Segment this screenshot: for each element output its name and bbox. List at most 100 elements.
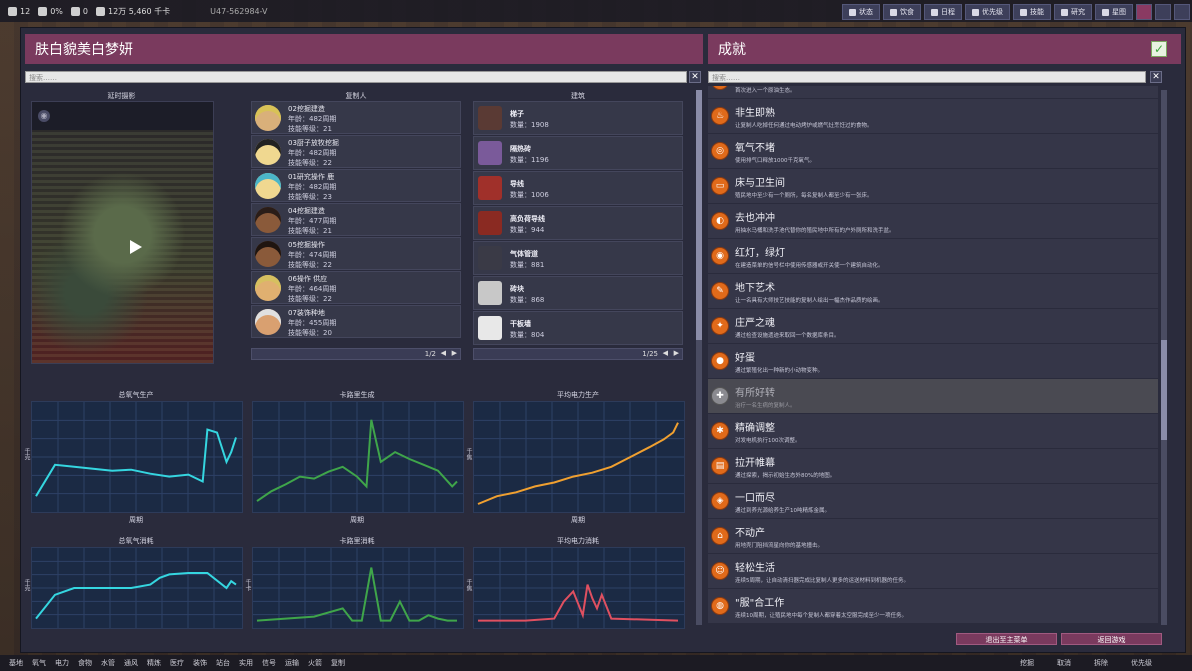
colony-search-clear-button[interactable]: ✕ (689, 71, 701, 83)
build-category[interactable]: 医疗 (170, 658, 184, 668)
achievement-row[interactable]: ✦ 庄严之魂 通过检查设施遗迹来取回一个数据库条目。 (708, 309, 1158, 343)
duplicant-list: 02挖掘建造 年龄：482周期 技能等级：21 03厨子放牧挖掘 年龄：482周期 技能等… (251, 101, 461, 339)
stress-icon (38, 6, 48, 16)
duplicant-name: 01研究操作 鹿 (288, 173, 335, 181)
tool-button[interactable]: 取消 (1057, 658, 1071, 668)
building-name: 砖块 (510, 285, 524, 293)
tool-button[interactable]: 拆除 (1094, 658, 1108, 668)
camera-icon[interactable]: ◉ (38, 110, 50, 122)
tool-button[interactable]: 挖掘 (1020, 658, 1034, 668)
achievement-row[interactable]: ✱ 精确调整 对发电机执行100次调整。 (708, 414, 1158, 448)
build-category[interactable]: 水管 (101, 658, 115, 668)
left-scroll-thumb[interactable] (696, 90, 702, 340)
build-category[interactable]: 通风 (124, 658, 138, 668)
duplicants-title: 复制人 (345, 92, 367, 100)
achievement-desc: 通过检查设施遗迹来取回一个数据库条目。 (735, 333, 840, 339)
tool-button[interactable]: 优先级 (1131, 658, 1152, 668)
achievement-row[interactable]: ● 好蛋 通过繁殖化出一种新的小动物变种。 (708, 344, 1158, 378)
achievement-desc: 连续10周期，让殖民地中每个复制人都穿着太空服完成至少一项任务。 (735, 613, 908, 619)
duplicant-row[interactable]: 07装饰种地 年龄：455周期 技能等级：20 (251, 305, 461, 338)
achievement-row[interactable]: ◎ 氧气不堵 使用排气口释放1000千克氧气。 (708, 134, 1158, 168)
build-category[interactable]: 装饰 (193, 658, 207, 668)
top-menu-button[interactable]: 状态 (842, 4, 880, 20)
checkmark-icon[interactable]: ✓ (1151, 41, 1167, 57)
build-category[interactable]: 氧气 (32, 658, 46, 668)
building-row[interactable]: 梯子 数量：1908 (473, 101, 683, 135)
duplicant-skill: 技能等级：23 (288, 193, 332, 201)
achievement-row[interactable]: ▤ 拉开帷幕 通过探索，揭示初始生态外80%的地图。 (708, 449, 1158, 483)
chart-title: 总氧气生产 (118, 391, 154, 399)
notes-icon[interactable] (1155, 4, 1171, 20)
build-category[interactable]: 运输 (285, 658, 299, 668)
achievement-row[interactable]: ◍ "服"合工作 连续10周期，让殖民地中每个复制人都穿着太空服完成至少一项任务。 (708, 589, 1158, 623)
achievement-row[interactable]: ◐ 去也冲冲 用抽水马桶和洗手池代替你的殖民地中所有的户外厕所和洗手盆。 (708, 204, 1158, 238)
building-row[interactable]: 干板墙 数量：804 (473, 311, 683, 345)
colony-search-input[interactable]: 搜索…… (25, 71, 687, 83)
duplicant-row[interactable]: 04挖掘建造 年龄：477周期 技能等级：21 (251, 203, 461, 236)
top-menu-button[interactable]: 研究 (1054, 4, 1092, 20)
building-row[interactable]: 隔热砖 数量：1196 (473, 136, 683, 170)
chart-svg (474, 548, 684, 628)
building-name: 梯子 (510, 110, 524, 118)
cook-icon: ♨ (711, 107, 729, 125)
achievement-row[interactable]: ◆开荒首次进入一个原油生态。 (708, 86, 1158, 98)
right-scroll-thumb[interactable] (1161, 340, 1167, 440)
duplicant-age: 年龄：482周期 (288, 149, 337, 157)
achievement-row[interactable]: ◈ 一口而尽 通过到养光源给养生产10吨精炼金属。 (708, 484, 1158, 518)
building-count: 数量：944 (510, 226, 545, 234)
next-page-icon[interactable]: ▶ (452, 349, 457, 357)
right-scrollbar[interactable] (1161, 90, 1167, 625)
top-menu-button[interactable]: 优先级 (965, 4, 1010, 20)
build-category[interactable]: 复制 (331, 658, 345, 668)
achievement-row[interactable]: ✚ 有所好转 治疗一名生病的复制人。 (708, 379, 1158, 413)
building-row[interactable]: 砖块 数量：868 (473, 276, 683, 310)
settings-icon[interactable] (1174, 4, 1190, 20)
build-category[interactable]: 实用 (239, 658, 253, 668)
build-category[interactable]: 食物 (78, 658, 92, 668)
achievement-search-clear-button[interactable]: ✕ (1150, 71, 1162, 83)
achievement-row[interactable]: ◉ 红灯，绿灯 在建造菜单的信号栏中使用传感器或开关使一个建筑自动化。 (708, 239, 1158, 273)
easy-icon: ☺ (711, 562, 729, 580)
top-menu-button[interactable]: 星图 (1095, 4, 1133, 20)
top-menu-button[interactable]: 日程 (924, 4, 962, 20)
prev-page-icon[interactable]: ◀ (441, 349, 446, 357)
achievement-name: 非生即熟 (735, 108, 775, 119)
achievement-desc: 用抽水马桶和洗手池代替你的殖民地中所有的户外厕所和洗手盆。 (735, 228, 895, 234)
exit-main-menu-button[interactable]: 退出至主菜单 (956, 633, 1057, 645)
left-scrollbar[interactable] (696, 90, 702, 625)
build-category[interactable]: 信号 (262, 658, 276, 668)
top-menu-button[interactable]: 技能 (1013, 4, 1051, 20)
home-icon: ⌂ (711, 527, 729, 545)
graph-icon[interactable] (1136, 4, 1152, 20)
build-category[interactable]: 火箭 (308, 658, 322, 668)
next-page-icon[interactable]: ▶ (674, 349, 679, 357)
prev-page-icon[interactable]: ◀ (663, 349, 668, 357)
building-row[interactable]: 导线 数量：1006 (473, 171, 683, 205)
menu-icon (890, 8, 897, 16)
top-menu-label: 状态 (859, 8, 873, 16)
achievement-row[interactable]: ⌂ 不动产 用地壳门阻挡流星向你的基地撞击。 (708, 519, 1158, 553)
duplicant-row[interactable]: 01研究操作 鹿年龄：482周期 技能等级：23 (251, 169, 461, 202)
build-category[interactable]: 精炼 (147, 658, 161, 668)
achievement-row[interactable]: ♨ 非生即熟 让复制人吃掉任何通过电动烤炉或燃气灶烹饪过的食物。 (708, 99, 1158, 133)
building-row[interactable]: 高负荷导线 数量：944 (473, 206, 683, 240)
build-category[interactable]: 电力 (55, 658, 69, 668)
duplicant-row[interactable]: 06操作 供应 年龄：464周期 技能等级：22 (251, 271, 461, 304)
achievement-row[interactable]: ▭ 床与卫生间 殖民地中至少有一个厕所，每名复制人都至少有一张床。 (708, 169, 1158, 203)
achievement-row[interactable]: ✎ 地下艺术 让一名具有大师技艺技能的复制人绘出一幅杰作品质的绘画。 (708, 274, 1158, 308)
duplicant-row[interactable]: 02挖掘建造 年龄：482周期 技能等级：21 (251, 101, 461, 134)
building-icon (478, 316, 502, 340)
achievement-row[interactable]: ☺ 轻松生活 连续5周期，让自动清扫器完成比复制人更多的运送材料到机器的任务。 (708, 554, 1158, 588)
return-game-button[interactable]: 返回游戏 (1061, 633, 1162, 645)
play-icon[interactable] (130, 240, 142, 254)
timelapse-viewer[interactable]: ◉ (31, 101, 214, 364)
duplicant-row[interactable]: 03厨子放牧挖掘 年龄：482周期 技能等级：22 (251, 135, 461, 168)
building-row[interactable]: 气体管道 数量：881 (473, 241, 683, 275)
duplicant-row[interactable]: 05挖掘操作 年龄：474周期 技能等级：22 (251, 237, 461, 270)
top-menu-label: 日程 (941, 8, 955, 16)
top-menu-button[interactable]: 饮食 (883, 4, 921, 20)
chart-svg (32, 548, 242, 628)
build-category[interactable]: 基地 (9, 658, 23, 668)
build-category[interactable]: 站台 (216, 658, 230, 668)
achievement-search-input[interactable]: 搜索…… (708, 71, 1146, 83)
